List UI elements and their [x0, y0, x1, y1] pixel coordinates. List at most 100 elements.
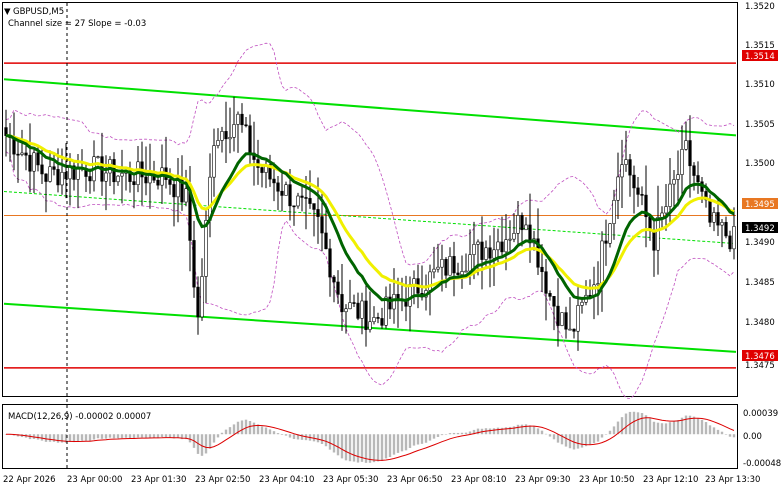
macd-histogram-bar	[40, 434, 44, 441]
macd-histogram-bar	[280, 434, 284, 435]
candle-body	[324, 232, 328, 250]
candle-body	[580, 301, 584, 306]
trading-chart[interactable]: ▼ GBPUSD,M5 Channel size = 27 Slope = -0…	[0, 0, 781, 489]
macd-histogram-bar	[496, 427, 500, 435]
price-tick: 1.3475	[745, 361, 775, 371]
macd-histogram-bar	[148, 434, 152, 438]
macd-histogram-bar	[668, 422, 672, 435]
macd-histogram-bar	[108, 434, 112, 438]
macd-histogram-bar	[384, 434, 388, 459]
candle-body	[560, 312, 564, 326]
resistance-badge: 1.3514	[745, 52, 775, 62]
candle-body	[32, 152, 36, 172]
candle-body	[228, 137, 232, 140]
candle-body	[628, 159, 632, 176]
macd-histogram-bar	[676, 420, 680, 435]
candle-body	[432, 268, 436, 273]
candle-body	[272, 178, 276, 184]
macd-histogram-bar	[552, 434, 556, 440]
macd-tick: 0.00	[743, 432, 762, 442]
macd-histogram-bar	[344, 434, 348, 461]
macd-histogram-bar	[716, 429, 720, 435]
candle-body	[408, 284, 412, 307]
macd-histogram-bar	[732, 434, 736, 438]
candle-body	[300, 195, 304, 198]
candle-body	[444, 259, 448, 276]
price-tick: 1.3515	[745, 41, 775, 51]
macd-histogram-bar	[116, 434, 120, 439]
macd-histogram-bar	[536, 428, 540, 435]
candle-body	[572, 328, 576, 332]
macd-histogram-bar	[724, 434, 728, 435]
candle-body	[104, 172, 108, 182]
macd-histogram-bar	[76, 434, 80, 442]
time-label: 23 Apr 02:50	[195, 475, 250, 485]
candle-body	[488, 247, 492, 259]
candle-body	[192, 240, 196, 288]
candle-body	[288, 184, 292, 207]
macd-histogram-bar	[284, 434, 288, 436]
macd-histogram-bar	[252, 422, 256, 435]
candle-body	[40, 164, 44, 175]
candle-body	[320, 216, 324, 234]
macd-histogram-bar	[564, 434, 568, 447]
bid-badge: 1.3495	[745, 200, 775, 210]
candle-body	[276, 182, 280, 192]
candle-body	[200, 276, 204, 318]
macd-histogram-bar	[368, 434, 372, 463]
macd-histogram-bar	[124, 434, 128, 438]
candle-body	[332, 276, 336, 283]
macd-histogram-bar	[44, 434, 48, 442]
price-tick: 1.3480	[745, 318, 775, 328]
candle-body	[52, 166, 56, 170]
macd-histogram-bar	[636, 412, 640, 435]
macd-histogram-bar	[244, 419, 248, 435]
macd-histogram-bar	[624, 413, 628, 435]
macd-histogram-bar	[88, 434, 92, 441]
candle-body	[640, 194, 644, 196]
candle-body	[672, 179, 676, 185]
macd-histogram-bar	[440, 434, 444, 436]
candle-body	[516, 215, 520, 234]
macd-histogram-bar	[556, 434, 560, 443]
macd-histogram-bar	[444, 434, 448, 435]
candle-body	[364, 300, 368, 330]
macd-histogram-bar	[96, 434, 100, 439]
candle-body	[624, 159, 628, 165]
macd-histogram-bar	[112, 434, 116, 439]
candle-body	[352, 302, 356, 304]
menu-triangle-icon[interactable]: ▼	[4, 7, 11, 17]
macd-histogram-bar	[436, 434, 440, 437]
candle-body	[412, 278, 416, 285]
candle-body	[668, 183, 672, 207]
macd-histogram-bar	[464, 432, 468, 435]
macd-histogram-bar	[652, 421, 656, 435]
candle-body	[56, 169, 60, 186]
candle-body	[652, 230, 656, 251]
macd-histogram-bar	[620, 417, 624, 435]
time-label: 23 Apr 08:10	[451, 475, 506, 485]
candle-body	[504, 239, 508, 253]
macd-histogram-bar	[56, 434, 60, 443]
macd-histogram-bar	[352, 434, 356, 462]
macd-histogram-bar	[684, 415, 688, 435]
time-label: 23 Apr 12:10	[643, 475, 698, 485]
candle-body	[132, 181, 136, 185]
macd-histogram-bar	[548, 434, 552, 437]
candle-body	[392, 294, 396, 310]
macd-histogram-bar	[456, 432, 460, 435]
macd-histogram-bar	[376, 434, 380, 462]
candle-body	[184, 188, 188, 203]
macd-histogram-bar	[292, 434, 296, 440]
candle-body	[476, 241, 480, 245]
candle-body	[232, 124, 236, 138]
candle-body	[156, 179, 160, 186]
macd-histogram-bar	[228, 427, 232, 435]
macd-axis: 0.00039 0.00 -0.00048	[743, 409, 781, 469]
macd-histogram-bar	[340, 434, 344, 459]
candle-body	[724, 222, 728, 237]
macd-histogram-bar	[520, 424, 524, 435]
macd-histogram-bar	[276, 433, 280, 435]
candle-body	[48, 166, 52, 182]
macd-histogram-bar	[424, 434, 428, 443]
